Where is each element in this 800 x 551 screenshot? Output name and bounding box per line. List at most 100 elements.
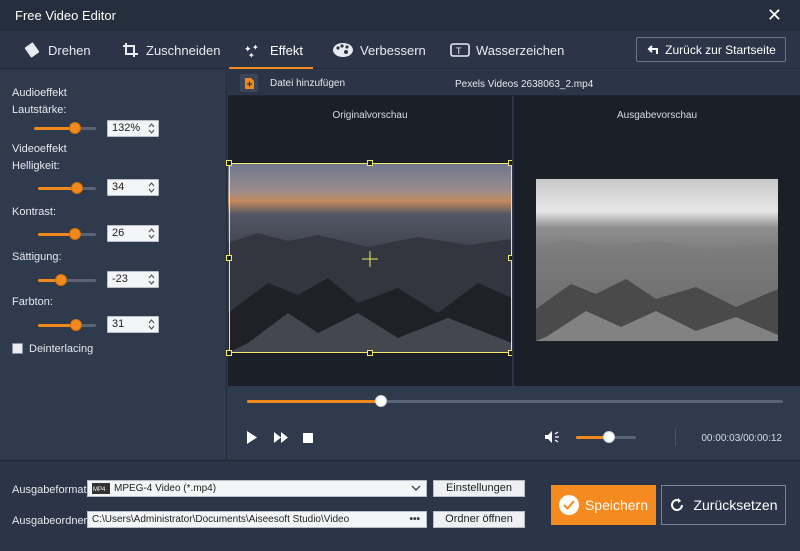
add-file-button[interactable]: Datei hinzufügen xyxy=(240,74,345,92)
output-video-frame xyxy=(536,179,778,341)
stop-icon[interactable] xyxy=(303,433,313,443)
spin-arrows-icon[interactable] xyxy=(148,273,155,286)
contrast-label: Kontrast: xyxy=(12,206,57,218)
back-arrow-icon xyxy=(647,44,659,54)
palette-icon xyxy=(333,43,353,57)
output-folder-value: C:\Users\Administrator\Documents\Aiseeso… xyxy=(92,514,350,525)
output-format-select[interactable]: MP4 MPEG-4 Video (*.mp4) xyxy=(87,480,427,497)
output-preview-label: Ausgabevorschau xyxy=(616,110,698,121)
video-effect-heading: Videoeffekt xyxy=(12,143,67,155)
browse-dots-icon[interactable]: ••• xyxy=(409,512,420,527)
volume-handle[interactable] xyxy=(603,431,615,443)
save-button[interactable]: Speichern xyxy=(551,485,656,525)
brightness-value: 34 xyxy=(112,181,125,193)
audio-effect-heading: Audioeffekt xyxy=(12,87,67,99)
rotate-icon xyxy=(24,42,40,58)
add-file-label: Datei hinzufügen xyxy=(270,77,346,89)
chevron-down-icon[interactable] xyxy=(411,485,421,492)
contrast-value: 26 xyxy=(112,227,125,239)
playback-controls xyxy=(228,386,800,460)
save-button-label: Speichern xyxy=(584,497,649,513)
tab-label: Effekt xyxy=(270,42,304,58)
crop-handle[interactable] xyxy=(226,160,232,166)
volume-value: 132% xyxy=(112,122,141,134)
volume-label: Lautstärke: xyxy=(12,104,67,116)
original-preview: Originalvorschau xyxy=(226,96,514,386)
hue-slider[interactable] xyxy=(38,319,96,331)
reset-button[interactable]: Zurücksetzen xyxy=(661,485,786,525)
svg-text:T: T xyxy=(456,46,462,56)
volume-spinbox[interactable]: 132% xyxy=(107,120,159,137)
output-folder-label: Ausgabeordner: xyxy=(12,515,91,527)
tab-label: Wasserzeichen xyxy=(476,42,565,58)
output-folder-field[interactable]: C:\Users\Administrator\Documents\Aiseeso… xyxy=(87,511,427,528)
slider-handle[interactable] xyxy=(70,319,82,331)
tab-label: Drehen xyxy=(48,42,91,58)
reset-icon xyxy=(671,498,684,511)
spin-arrows-icon[interactable] xyxy=(148,318,155,331)
hue-value: 31 xyxy=(112,318,125,330)
deinterlace-label: Deinterlacing xyxy=(29,343,94,355)
active-tab-indicator xyxy=(229,67,313,69)
saturation-label: Sättigung: xyxy=(12,251,62,263)
svg-text:MP4: MP4 xyxy=(93,487,106,493)
title-bar: Free Video Editor ✕ xyxy=(0,0,800,31)
file-name: Pexels Videos 2638063_2.mp4 xyxy=(455,79,594,90)
hue-spinbox[interactable]: 31 xyxy=(107,316,159,333)
hue-label: Farbton: xyxy=(12,296,53,308)
crosshair-icon xyxy=(362,251,378,267)
timeline-handle[interactable] xyxy=(375,395,387,407)
slider-handle[interactable] xyxy=(71,182,83,194)
output-preview: Ausgabevorschau xyxy=(514,96,800,386)
brightness-label: Helligkeit: xyxy=(12,160,60,172)
crop-icon xyxy=(123,43,138,57)
tab-rotate[interactable]: Drehen xyxy=(24,31,91,69)
volume-icon[interactable] xyxy=(545,431,561,443)
tab-crop[interactable]: Zuschneiden xyxy=(122,31,220,69)
spin-arrows-icon[interactable] xyxy=(148,227,155,240)
player-volume-slider[interactable] xyxy=(576,431,636,443)
tab-enhance[interactable]: Verbessern xyxy=(332,31,426,69)
timeline-slider[interactable] xyxy=(247,395,783,407)
original-preview-label: Originalvorschau xyxy=(332,110,408,121)
effect-icon: ✦ ✦✦ xyxy=(244,43,259,58)
brightness-spinbox[interactable]: 34 xyxy=(107,179,159,196)
play-icon[interactable] xyxy=(246,431,258,444)
reset-button-label: Zurücksetzen xyxy=(693,497,778,513)
deinterlace-checkbox[interactable] xyxy=(12,343,23,354)
slider-handle[interactable] xyxy=(55,274,67,286)
contrast-spinbox[interactable]: 26 xyxy=(107,225,159,242)
saturation-value: -23 xyxy=(112,273,128,285)
checkmark-icon xyxy=(558,495,579,515)
slider-handle[interactable] xyxy=(69,122,81,134)
tab-effect[interactable]: ✦ ✦ ✦ Effekt xyxy=(244,31,303,69)
spin-arrows-icon[interactable] xyxy=(148,122,155,135)
close-icon[interactable]: ✕ xyxy=(767,5,782,25)
tab-label: Zuschneiden xyxy=(146,42,221,58)
slider-handle[interactable] xyxy=(69,228,81,240)
fast-forward-icon[interactable] xyxy=(274,432,288,443)
saturation-slider[interactable] xyxy=(38,274,96,286)
output-format-value: MPEG-4 Video (*.mp4) xyxy=(114,483,217,494)
volume-slider[interactable] xyxy=(34,122,96,134)
crop-handle[interactable] xyxy=(367,160,373,166)
crop-handle[interactable] xyxy=(226,255,232,261)
back-to-home-button[interactable]: Zurück zur Startseite xyxy=(636,37,786,62)
svg-text:✦: ✦ xyxy=(248,51,255,58)
window-title: Free Video Editor xyxy=(15,8,116,23)
contrast-slider[interactable] xyxy=(38,228,96,240)
crop-handle[interactable] xyxy=(226,350,232,356)
back-button-label: Zurück zur Startseite xyxy=(665,42,776,57)
control-separator xyxy=(675,428,676,446)
brightness-slider[interactable] xyxy=(38,182,96,194)
saturation-spinbox[interactable]: -23 xyxy=(107,271,159,288)
playback-time: 00:00:03/00:00:12 xyxy=(701,433,782,444)
tab-watermark[interactable]: T Wasserzeichen xyxy=(450,31,564,69)
open-folder-button[interactable]: Ordner öffnen xyxy=(433,511,525,528)
watermark-icon: T xyxy=(450,43,470,57)
settings-button[interactable]: Einstellungen xyxy=(433,480,525,497)
tab-label: Verbessern xyxy=(360,42,426,58)
crop-handle[interactable] xyxy=(367,350,373,356)
spin-arrows-icon[interactable] xyxy=(148,181,155,194)
add-file-icon xyxy=(245,77,254,89)
